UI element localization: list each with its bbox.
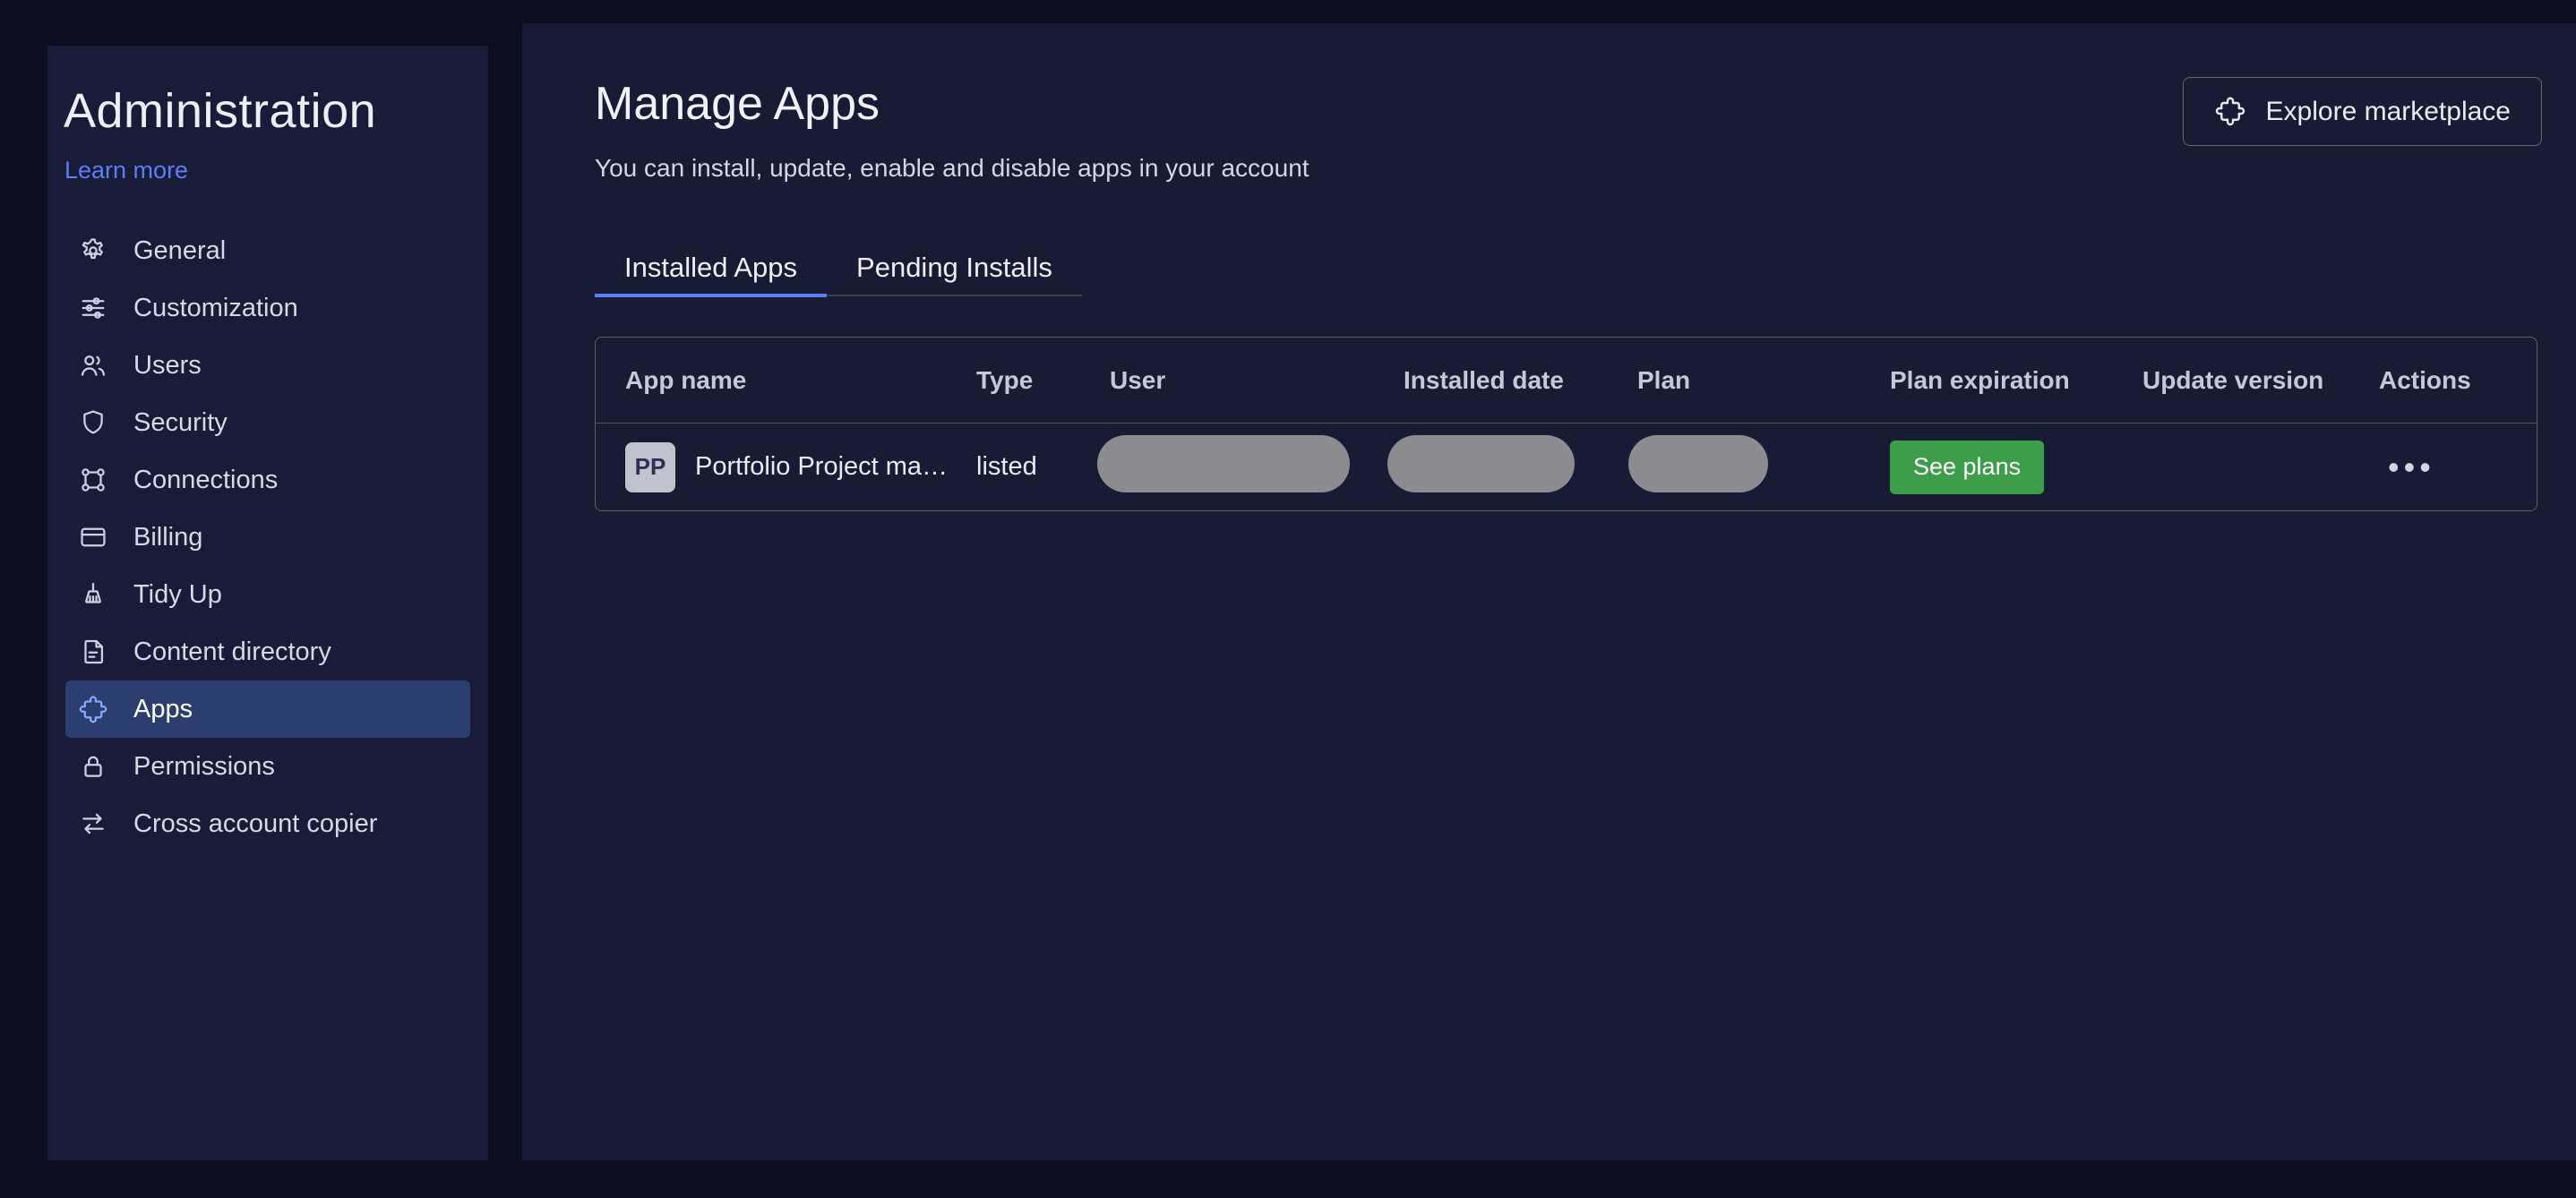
- column-header-plan-expiration: Plan expiration: [1890, 365, 2070, 394]
- column-header-installed-date: Installed date: [1404, 365, 1564, 394]
- plan-cell: [1628, 434, 1890, 500]
- sidebar-item-general[interactable]: General: [65, 222, 470, 279]
- redacted-plan-value: [1628, 434, 1768, 492]
- row-actions-menu-button[interactable]: •••: [2379, 449, 2537, 486]
- puzzle-icon: [2214, 95, 2248, 129]
- column-header-app-name: App name: [625, 365, 747, 394]
- explore-marketplace-button[interactable]: Explore marketplace: [2182, 77, 2542, 146]
- sidebar-item-content-directory[interactable]: Content directory: [65, 623, 470, 680]
- sidebar-item-billing[interactable]: Billing: [65, 509, 470, 566]
- column-header-type: Type: [976, 365, 1034, 394]
- see-plans-button[interactable]: See plans: [1890, 440, 2045, 494]
- apps-table: App name Type User Installed date Plan P…: [595, 337, 2537, 511]
- app-name-cell: PP Portfolio Project ma…: [625, 441, 976, 492]
- tabs: Installed Apps Pending Installs: [595, 242, 1082, 297]
- column-header-actions: Actions: [2379, 365, 2471, 394]
- lock-icon: [76, 749, 110, 783]
- installed-date-cell: [1387, 434, 1637, 500]
- sidebar-item-label: Apps: [133, 694, 193, 723]
- puzzle-icon: [76, 692, 110, 726]
- arrows-swap-icon: [76, 807, 110, 841]
- sidebar-item-label: General: [133, 235, 227, 265]
- redacted-user-value: [1097, 434, 1350, 492]
- plan-expiration-cell: See plans: [1890, 440, 2142, 494]
- sidebar-item-label: Users: [133, 350, 202, 380]
- sidebar-item-label: Permissions: [133, 751, 275, 781]
- sidebar-item-label: Customization: [133, 293, 298, 322]
- column-header-update-version: Update version: [2142, 365, 2324, 394]
- user-cell: [1097, 434, 1404, 500]
- main-header: Manage Apps You can install, update, ena…: [522, 23, 2576, 183]
- sidebar-item-label: Connections: [133, 465, 279, 494]
- broom-icon: [76, 578, 110, 612]
- sidebar-item-label: Security: [133, 407, 228, 437]
- users-icon: [76, 348, 110, 382]
- column-header-plan: Plan: [1637, 365, 1691, 394]
- sidebar-item-label: Billing: [133, 522, 203, 552]
- admin-sidebar: Administration Learn more General Custom…: [47, 46, 488, 1160]
- sidebar-item-security[interactable]: Security: [65, 394, 470, 451]
- page-title: Manage Apps: [595, 78, 880, 130]
- tab-pending-installs[interactable]: Pending Installs: [827, 242, 1082, 297]
- sidebar-item-label: Cross account copier: [133, 809, 378, 838]
- tab-installed-apps[interactable]: Installed Apps: [595, 242, 828, 297]
- manage-apps-panel: Manage Apps You can install, update, ena…: [522, 23, 2576, 1160]
- nodes-icon: [76, 463, 110, 497]
- sidebar-item-connections[interactable]: Connections: [65, 451, 470, 509]
- page-subtitle: You can install, update, enable and disa…: [595, 154, 1309, 182]
- sidebar-item-customization[interactable]: Customization: [65, 279, 470, 337]
- sidebar-item-apps[interactable]: Apps: [65, 680, 470, 738]
- document-icon: [76, 635, 110, 669]
- table-header-row: App name Type User Installed date Plan P…: [596, 338, 2537, 423]
- sidebar-item-label: Tidy Up: [133, 579, 222, 609]
- explore-marketplace-label: Explore marketplace: [2265, 96, 2511, 126]
- learn-more-link[interactable]: Learn more: [64, 157, 188, 184]
- column-header-user: User: [1110, 365, 1166, 394]
- shield-icon: [76, 406, 110, 440]
- sidebar-item-users[interactable]: Users: [65, 337, 470, 394]
- app-type-cell: listed: [976, 452, 1037, 481]
- sidebar-item-tidy-up[interactable]: Tidy Up: [65, 566, 470, 623]
- gear-icon: [76, 234, 110, 268]
- app-name-text: Portfolio Project ma…: [695, 452, 949, 481]
- sliders-icon: [76, 291, 110, 325]
- redacted-installed-date-value: [1387, 434, 1575, 492]
- credit-card-icon: [76, 520, 110, 554]
- table-row: PP Portfolio Project ma… listed See plan…: [596, 423, 2537, 510]
- page-heading-block: Manage Apps You can install, update, ena…: [595, 77, 1309, 183]
- sidebar-title: Administration: [64, 84, 377, 138]
- sidebar-item-permissions[interactable]: Permissions: [65, 738, 470, 795]
- sidebar-item-cross-account-copier[interactable]: Cross account copier: [65, 795, 470, 852]
- sidebar-item-label: Content directory: [133, 637, 331, 666]
- app-avatar: PP: [625, 441, 675, 492]
- sidebar-nav: General Customization Users Security Con…: [65, 222, 470, 852]
